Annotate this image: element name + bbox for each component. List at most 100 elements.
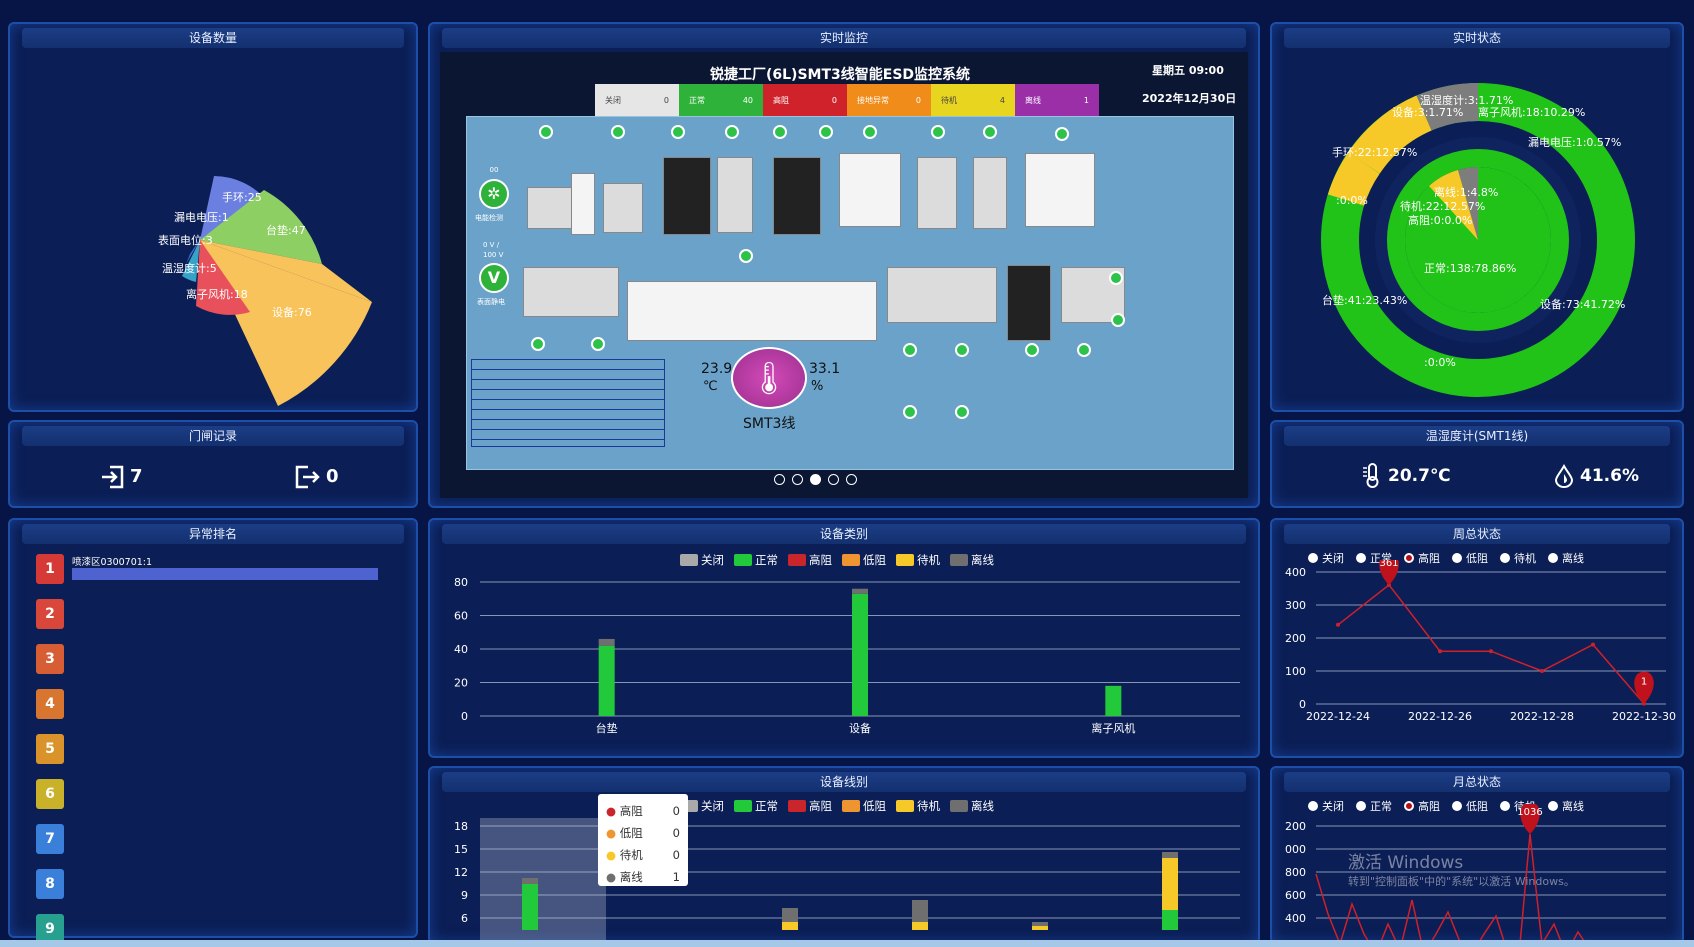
status-bar-item: 离线 1 bbox=[1015, 84, 1099, 116]
pager-dot[interactable] bbox=[810, 474, 821, 485]
y-tick-label: 200 bbox=[1285, 820, 1306, 833]
donut-inner-label: 待机:22:12.57% bbox=[1400, 199, 1485, 213]
x-tick-label: 2022-12-26 bbox=[1408, 710, 1472, 723]
status-value: 4 bbox=[999, 95, 1005, 105]
watermark-line1: 激活 Windows bbox=[1348, 853, 1464, 873]
sensor-icon[interactable] bbox=[955, 405, 969, 419]
rose-label: 手环:25 bbox=[222, 190, 262, 204]
printer-machine[interactable] bbox=[1025, 153, 1095, 227]
door-record-panel: 门闸记录 7 0 bbox=[8, 420, 418, 508]
donut-label: 手环:22:12.57% bbox=[1332, 145, 1417, 159]
temperature-value: 20.7℃ bbox=[1388, 466, 1451, 486]
marker-label: 1 bbox=[1641, 677, 1647, 688]
panel-title: 设备线别 bbox=[442, 772, 1246, 792]
sensor-icon[interactable] bbox=[931, 125, 945, 139]
rank-badge: 5 bbox=[36, 734, 64, 764]
device-category-panel: 设备类别 关闭 正常 高阻 低阻 待机 离线 0 20 40 60 80 台垫 设备 离子风机 bbox=[428, 518, 1260, 758]
sensor-icon[interactable] bbox=[725, 125, 739, 139]
y-tick-label: 300 bbox=[1285, 599, 1306, 612]
sensor-icon[interactable] bbox=[903, 343, 917, 357]
workbench[interactable] bbox=[917, 157, 957, 229]
exit-icon bbox=[295, 465, 320, 489]
monitor-title: 锐捷工厂(6L)SMT3线智能ESD监控系统 bbox=[710, 67, 971, 83]
bar-segment bbox=[912, 900, 928, 922]
watermark-line2: 转到"控制面板"中的"系统"以激活 Windows。 bbox=[1348, 875, 1575, 888]
pager-dot[interactable] bbox=[846, 474, 857, 485]
device-count-rose-chart: 手环:25 漏电电压:1 表面电位:3 温湿度计:5 离子风机:18 台垫:47… bbox=[158, 176, 372, 406]
sensor-icon[interactable] bbox=[1111, 313, 1125, 327]
sensor-icon[interactable] bbox=[773, 125, 787, 139]
tooltip-value: 0 bbox=[672, 848, 680, 862]
status-label: 待机 bbox=[941, 95, 957, 105]
donut-label: 漏电电压:1:0.57% bbox=[1528, 136, 1621, 149]
label: 00 bbox=[489, 166, 499, 174]
sensor-icon[interactable] bbox=[611, 125, 625, 139]
humidity-drop-icon bbox=[1554, 464, 1574, 488]
line-point bbox=[1336, 622, 1340, 627]
factory-floor: 00 ✲ 电能检测 0 V / 100 V V 表面静电 23.9 ℃ 🌡 33… bbox=[466, 116, 1234, 470]
sensor-icon[interactable] bbox=[539, 125, 553, 139]
smt-machine[interactable] bbox=[1007, 265, 1051, 341]
surface-static-icon[interactable]: V bbox=[479, 263, 509, 293]
marker-label: 1036 bbox=[1517, 807, 1542, 818]
sensor-icon[interactable] bbox=[1055, 127, 1069, 141]
line-point bbox=[1540, 669, 1544, 673]
sensor-icon[interactable] bbox=[739, 249, 753, 263]
y-tick-label: 9 bbox=[461, 889, 468, 902]
panel-title: 设备数量 bbox=[22, 28, 404, 48]
status-bar-item: 关闭 0 bbox=[595, 84, 679, 116]
sensor-icon[interactable] bbox=[1109, 271, 1123, 285]
left-labels: 00 bbox=[471, 165, 517, 175]
smt-machine[interactable] bbox=[773, 157, 821, 235]
printer-machine[interactable] bbox=[839, 153, 901, 227]
sensor-icon[interactable] bbox=[671, 125, 685, 139]
smt-machine[interactable] bbox=[663, 157, 711, 235]
sensor-icon[interactable] bbox=[983, 125, 997, 139]
bar-离线 bbox=[852, 588, 868, 594]
sensor-icon[interactable] bbox=[955, 343, 969, 357]
x-tick-label: 2022-12-24 bbox=[1306, 710, 1370, 723]
device-category-chart: 0 20 40 60 80 台垫 设备 离子风机 bbox=[454, 576, 1240, 735]
status-bar-item: 待机 4 bbox=[931, 84, 1015, 116]
rank-badge: 4 bbox=[36, 689, 64, 719]
sensor-icon[interactable] bbox=[1077, 343, 1091, 357]
workbench[interactable] bbox=[523, 267, 619, 317]
y-tick-label: 15 bbox=[454, 843, 468, 856]
taskbar[interactable] bbox=[0, 940, 1694, 947]
workbench[interactable] bbox=[717, 157, 753, 233]
cabinet[interactable] bbox=[571, 173, 595, 235]
rose-label: 设备:76 bbox=[272, 305, 312, 319]
status-value: 0 bbox=[831, 95, 837, 105]
monitor-screen: 锐捷工厂(6L)SMT3线智能ESD监控系统 星期五 09:00 2022年12… bbox=[440, 52, 1248, 498]
donut-inner-label: 高阻:0:0.0% bbox=[1408, 213, 1472, 227]
reflow-oven[interactable] bbox=[627, 281, 877, 341]
thermometer-icon[interactable]: 🌡 bbox=[731, 347, 807, 409]
bar-segment bbox=[522, 878, 538, 884]
power-check-icon[interactable]: ✲ bbox=[479, 179, 509, 209]
sensor-icon[interactable] bbox=[819, 125, 833, 139]
monitor-weekday-time: 星期五 09:00 bbox=[1152, 64, 1224, 77]
status-bar-item: 正常 40 bbox=[679, 84, 763, 116]
x-tick-label: 2022-12-30 bbox=[1612, 710, 1676, 723]
sensor-icon[interactable] bbox=[903, 405, 917, 419]
abnormal-bar bbox=[72, 568, 378, 580]
sensor-icon[interactable] bbox=[531, 337, 545, 351]
workbench[interactable] bbox=[887, 267, 997, 323]
bar-正常 bbox=[1105, 685, 1122, 716]
sensor-icon[interactable] bbox=[863, 125, 877, 139]
donut-label: 设备:73:41.72% bbox=[1540, 297, 1625, 311]
tooltip-row: ● 低阻 0 bbox=[606, 822, 680, 844]
bar-segment bbox=[782, 908, 798, 922]
sensor-icon[interactable] bbox=[591, 337, 605, 351]
y-tick-label: 0 bbox=[461, 710, 468, 723]
pager-dot[interactable] bbox=[792, 474, 803, 485]
x-tick-label: 设备 bbox=[849, 721, 871, 735]
pager-dot[interactable] bbox=[774, 474, 785, 485]
temp-hum-panel: 温湿度计(SMT1线) 20.7℃ 41.6% bbox=[1270, 420, 1684, 508]
status-label: 关闭 bbox=[605, 95, 621, 105]
workbench[interactable] bbox=[603, 183, 643, 233]
donut-label: 台垫:41:23.43% bbox=[1322, 293, 1407, 307]
workbench[interactable] bbox=[973, 157, 1007, 229]
pager-dot[interactable] bbox=[828, 474, 839, 485]
sensor-icon[interactable] bbox=[1025, 343, 1039, 357]
